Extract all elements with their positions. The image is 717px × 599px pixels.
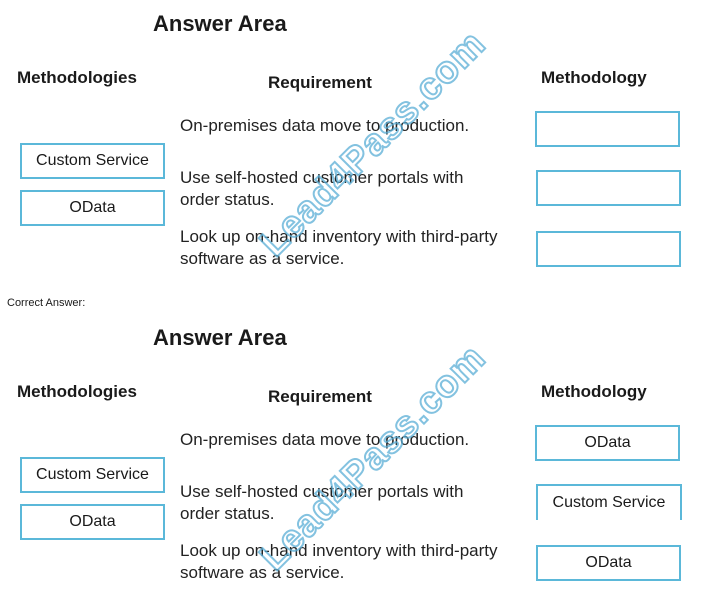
requirement-3-text: Look up on-hand inventory with third-par… [180,226,498,270]
answer-slot-2[interactable]: Custom Service [536,484,682,520]
methodology-option-odata[interactable]: OData [20,190,165,226]
answer-slot-3[interactable] [536,231,681,267]
answer-slot-1[interactable] [535,111,680,147]
methodology-heading: Methodology [541,68,647,87]
methodology-option-custom-service[interactable]: Custom Service [20,143,165,179]
methodology-option-custom-service[interactable]: Custom Service [20,457,165,493]
requirement-3-line2: software as a service. [180,249,345,268]
requirement-3-line2: software as a service. [180,563,345,582]
requirement-3-line1: Look up on-hand inventory with third-par… [180,227,498,246]
correct-answer-label: Correct Answer: [7,297,86,309]
methodologies-heading: Methodologies [17,68,137,87]
answer-area-title: Answer Area [153,325,287,350]
requirement-3-line1: Look up on-hand inventory with third-par… [180,541,498,560]
answer-slot-3[interactable]: OData [536,545,681,581]
answer-slot-1[interactable]: OData [535,425,680,461]
methodology-option-odata[interactable]: OData [20,504,165,540]
requirement-heading: Requirement [268,387,372,406]
requirement-3-text: Look up on-hand inventory with third-par… [180,540,498,584]
methodologies-heading: Methodologies [17,382,137,401]
methodology-heading: Methodology [541,382,647,401]
answer-area-title: Answer Area [153,11,287,36]
answer-slot-2[interactable] [536,170,681,206]
requirement-heading: Requirement [268,73,372,92]
